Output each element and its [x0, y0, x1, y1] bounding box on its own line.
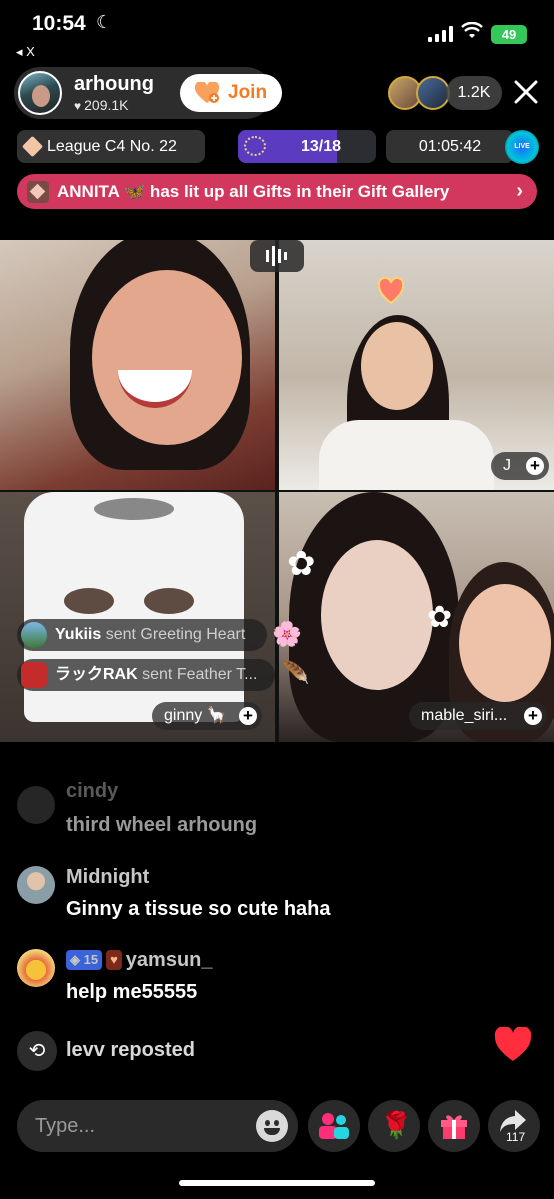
- ranking-progress[interactable]: 13/18: [238, 130, 376, 163]
- repost-icon: ⟲: [17, 1031, 57, 1071]
- comment-username[interactable]: Midnight: [66, 866, 149, 889]
- feather-gift-icon: 🪶: [282, 660, 310, 685]
- multi-guest-grid: J + ginny 🦙 + ✿ ✿ mable_siri... + Yukiis…: [0, 240, 554, 742]
- join-label: Join: [228, 82, 268, 103]
- guest-name-label[interactable]: mable_siri... +: [409, 702, 547, 730]
- guest-name-label[interactable]: J +: [491, 452, 549, 480]
- gift-button[interactable]: [428, 1100, 480, 1152]
- diamond-icon: [21, 135, 44, 158]
- flower-effect-icon: ✿: [427, 601, 453, 634]
- repost-action: reposted: [110, 1039, 195, 1061]
- emoji-icon[interactable]: [256, 1110, 288, 1142]
- top-viewer-avatar[interactable]: [416, 76, 450, 110]
- flower-effect-icon: ✿: [287, 545, 316, 583]
- gift-gallery-banner[interactable]: ANNITA 🦋 has lit up all Gifts in their G…: [17, 174, 537, 209]
- join-button[interactable]: Join: [180, 74, 282, 112]
- fan-badge-icon: ♥: [106, 950, 122, 970]
- avatar[interactable]: [17, 866, 55, 904]
- ranking-value: 13/18: [300, 138, 342, 155]
- wifi-icon: [461, 22, 483, 38]
- top-viewers[interactable]: [388, 76, 450, 110]
- guest-face: [361, 322, 433, 410]
- gift-box-icon: [441, 1115, 467, 1139]
- gift-notification: ラックRAK sent Feather T...: [17, 659, 275, 691]
- avatar[interactable]: [21, 622, 47, 648]
- clock: 10:54: [32, 12, 86, 35]
- moon-icon: ☾: [96, 12, 113, 32]
- comment-username[interactable]: ◈ 15 ♥ yamsun_: [66, 949, 213, 972]
- host-avatar[interactable]: [18, 71, 62, 115]
- battery-icon: 49: [491, 25, 527, 44]
- close-icon[interactable]: [512, 78, 540, 106]
- gift-icon: 🌸: [272, 621, 302, 648]
- repost-username: levv: [66, 1039, 105, 1061]
- avatar[interactable]: [17, 786, 55, 824]
- guest-face: [321, 540, 433, 690]
- add-guest-icon[interactable]: +: [524, 707, 542, 725]
- floating-heart-icon: [494, 1027, 532, 1061]
- league-badge[interactable]: League C4 No. 22: [17, 130, 205, 163]
- level-badge: ◈ 15: [66, 950, 103, 970]
- host-name: arhoung: [74, 73, 154, 95]
- back-to-app-link[interactable]: ◂ X: [16, 44, 35, 60]
- host-likes: ♥ 209.1K: [74, 97, 129, 113]
- guest-video-tile[interactable]: J +: [279, 240, 554, 490]
- comment-username[interactable]: cindy: [66, 780, 118, 803]
- avatar[interactable]: [17, 949, 55, 987]
- live-icon[interactable]: LIVE: [505, 130, 539, 164]
- avatar[interactable]: [21, 662, 47, 688]
- league-label: League C4 No. 22: [47, 138, 177, 155]
- guest-face: [459, 584, 551, 702]
- share-count: 117: [506, 1130, 526, 1144]
- guests-button[interactable]: [308, 1100, 360, 1152]
- home-indicator[interactable]: [179, 1180, 375, 1186]
- add-guest-icon[interactable]: +: [526, 457, 544, 475]
- audio-bars-icon: [266, 246, 287, 266]
- heart-icon: ♥: [74, 99, 82, 113]
- heart-effect-icon: [377, 276, 405, 305]
- chevron-right-icon: ›: [516, 180, 523, 202]
- gift-notification: Yukiis sent Greeting Heart: [17, 619, 267, 651]
- add-guest-icon[interactable]: +: [239, 707, 257, 725]
- share-button[interactable]: [488, 1100, 540, 1152]
- comment-text: Ginny a tissue so cute haha: [66, 898, 331, 920]
- status-bar: 10:54 ☾ 49 ◂ X: [0, 0, 554, 59]
- host-profile-pill[interactable]: arhoung ♥ 209.1K Join: [14, 67, 282, 119]
- audio-indicator[interactable]: [250, 240, 304, 272]
- rose-icon: 🌹: [380, 1110, 413, 1140]
- guest-name-label[interactable]: ginny 🦙 +: [152, 702, 262, 730]
- rose-gift-button[interactable]: 🌹: [368, 1100, 420, 1152]
- battle-timer: 01:05:42: [386, 130, 514, 163]
- viewer-count[interactable]: 1.2K: [446, 76, 502, 110]
- guest-face: [92, 270, 242, 445]
- guest-video-tile[interactable]: ✿ ✿ mable_siri... +: [279, 492, 554, 742]
- heart-plus-icon: [194, 82, 220, 103]
- guest-video-tile[interactable]: ginny 🦙 +: [0, 492, 275, 742]
- guest-video-tile[interactable]: [0, 240, 275, 490]
- signal-icon: [428, 26, 454, 42]
- gift-gallery-icon: [27, 181, 49, 203]
- comment-text: help me55555: [66, 981, 198, 1003]
- gift-banner-text: ANNITA 🦋 has lit up all Gifts in their G…: [57, 182, 450, 201]
- comment-text: third wheel arhoung: [66, 814, 258, 836]
- multi-guest-icon: [319, 1113, 349, 1139]
